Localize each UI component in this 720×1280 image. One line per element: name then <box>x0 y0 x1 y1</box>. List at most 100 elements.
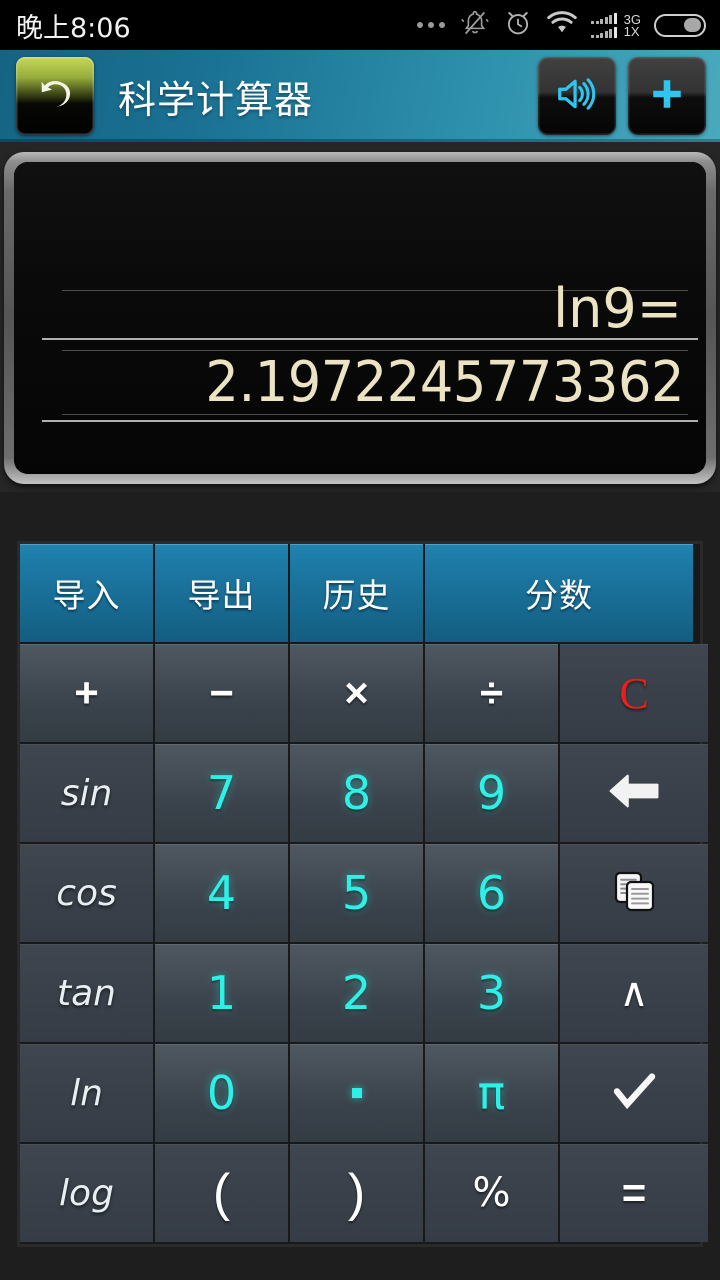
digit-7-label: 7 <box>206 766 237 820</box>
power-label: ∧ <box>619 970 649 1016</box>
display-rule <box>42 420 698 422</box>
sin-label: sin <box>60 772 113 814</box>
speaker-icon <box>554 71 600 122</box>
plus-icon <box>645 72 689 121</box>
digit-2-label: 2 <box>341 966 372 1020</box>
digit-4-button[interactable]: 4 <box>155 844 288 942</box>
sin-button[interactable]: sin <box>20 744 153 842</box>
fraction-button[interactable]: 分数 <box>425 544 693 642</box>
keypad-row-operators: + − × ÷ C <box>20 644 708 742</box>
multiply-label: × <box>344 669 369 716</box>
left-paren-button[interactable]: ( <box>155 1144 288 1242</box>
pi-label: π <box>477 1066 506 1120</box>
log-button[interactable]: log <box>20 1144 153 1242</box>
keypad-row-456: cos 4 5 6 <box>20 844 708 942</box>
key-grid: 导入 导出 历史 分数 + − × ÷ C sin 7 8 9 cos 4 5 … <box>20 544 708 1242</box>
digit-2-button[interactable]: 2 <box>290 944 423 1042</box>
ln-label: ln <box>70 1072 103 1114</box>
tan-button[interactable]: tan <box>20 944 153 1042</box>
divide-button[interactable]: ÷ <box>425 644 558 742</box>
clear-label: C <box>619 668 649 718</box>
keypad-row-tabs: 导入 导出 历史 分数 <box>20 544 708 642</box>
right-paren-button[interactable]: ) <box>290 1144 423 1242</box>
right-paren-label: ) <box>347 1164 366 1222</box>
back-arrow-icon <box>31 70 79 123</box>
keypad: 导入 导出 历史 分数 + − × ÷ C sin 7 8 9 cos 4 5 … <box>0 492 720 1280</box>
add-button[interactable] <box>628 57 706 135</box>
digit-6-button[interactable]: 6 <box>425 844 558 942</box>
divide-label: ÷ <box>479 669 504 716</box>
sound-button[interactable] <box>538 57 616 135</box>
display-expression: ln9= <box>553 277 682 340</box>
minus-button[interactable]: − <box>155 644 288 742</box>
export-label: 导出 <box>187 576 256 615</box>
backspace-button[interactable] <box>560 744 708 842</box>
decimal-point-icon <box>351 1088 362 1098</box>
export-button[interactable]: 导出 <box>155 544 288 642</box>
display-screen[interactable]: ln9= 2.1972245773362 <box>14 162 706 474</box>
history-button[interactable]: 历史 <box>290 544 423 642</box>
keypad-row-123: tan 1 2 3 ∧ <box>20 944 708 1042</box>
percent-label: % <box>472 1170 511 1216</box>
left-paren-label: ( <box>212 1164 231 1222</box>
log-label: log <box>59 1172 114 1214</box>
digit-5-label: 5 <box>341 866 372 920</box>
digit-9-label: 9 <box>476 766 507 820</box>
titlebar-actions <box>538 57 706 135</box>
minus-label: − <box>209 669 234 716</box>
signal-icon: 3G 1X <box>591 12 641 39</box>
import-label: 导入 <box>52 576 121 615</box>
decimal-point-button[interactable] <box>290 1044 423 1142</box>
network-type-1x: 1X <box>623 23 640 39</box>
calculator-app: 晚上8:06 3G 1X 科学计算器 ln9= 2.1972245773362 … <box>0 0 720 1280</box>
multiply-button[interactable]: × <box>290 644 423 742</box>
left-arrow-icon <box>607 769 661 818</box>
status-bar: 晚上8:06 3G 1X <box>0 0 720 50</box>
keypad-row-789: sin 7 8 9 <box>20 744 708 842</box>
digit-3-label: 3 <box>476 966 507 1020</box>
pi-button[interactable]: π <box>425 1044 558 1142</box>
display-result: 2.1972245773362 <box>205 350 684 415</box>
sqrt-button[interactable] <box>560 1044 708 1142</box>
display-area: ln9= 2.1972245773362 <box>0 142 720 492</box>
wifi-icon <box>546 10 578 41</box>
digit-0-button[interactable]: 0 <box>155 1044 288 1142</box>
digit-7-button[interactable]: 7 <box>155 744 288 842</box>
display-bezel: ln9= 2.1972245773362 <box>4 152 716 484</box>
copy-button[interactable] <box>560 844 708 942</box>
plus-button[interactable]: + <box>20 644 153 742</box>
digit-1-button[interactable]: 1 <box>155 944 288 1042</box>
plus-label: + <box>74 669 99 716</box>
import-button[interactable]: 导入 <box>20 544 153 642</box>
equals-label: = <box>621 1169 647 1216</box>
more-dots-icon <box>417 22 446 28</box>
keypad-row-0-pi: ln 0 π <box>20 1044 708 1142</box>
clear-button[interactable]: C <box>560 644 708 742</box>
cos-label: cos <box>56 872 117 914</box>
digit-1-label: 1 <box>206 966 237 1020</box>
battery-icon <box>654 13 706 37</box>
digit-8-button[interactable]: 8 <box>290 744 423 842</box>
digit-3-button[interactable]: 3 <box>425 944 558 1042</box>
digit-9-button[interactable]: 9 <box>425 744 558 842</box>
digit-8-label: 8 <box>341 766 372 820</box>
check-icon <box>606 1067 662 1120</box>
keypad-row-parens: log ( ) % = <box>20 1144 708 1242</box>
digit-6-label: 6 <box>476 866 507 920</box>
cos-button[interactable]: cos <box>20 844 153 942</box>
power-button[interactable]: ∧ <box>560 944 708 1042</box>
equals-button[interactable]: = <box>560 1144 708 1242</box>
digit-0-label: 0 <box>206 1066 237 1120</box>
digit-4-label: 4 <box>206 866 237 920</box>
ln-button[interactable]: ln <box>20 1044 153 1142</box>
status-time: 晚上8:06 <box>16 12 131 44</box>
keypad-frame: 导入 导出 历史 分数 + − × ÷ C sin 7 8 9 cos 4 5 … <box>20 544 708 1244</box>
page-title: 科学计算器 <box>118 77 314 122</box>
status-icons: 3G 1X <box>417 8 706 43</box>
digit-5-button[interactable]: 5 <box>290 844 423 942</box>
back-button[interactable] <box>16 57 94 135</box>
alarm-clock-icon <box>503 8 533 43</box>
percent-button[interactable]: % <box>425 1144 558 1242</box>
silent-bell-icon <box>460 8 490 43</box>
fraction-label: 分数 <box>525 576 593 615</box>
